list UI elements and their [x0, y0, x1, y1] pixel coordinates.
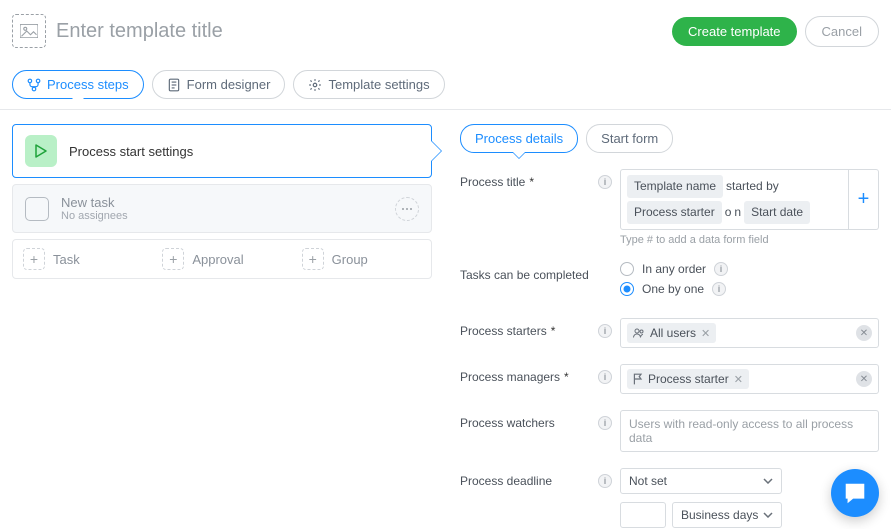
chip-label: Process starter	[648, 372, 729, 386]
chip-remove-icon[interactable]: ✕	[734, 373, 743, 386]
tab-template-settings[interactable]: Template settings	[293, 70, 444, 99]
process-watchers-input[interactable]: Users with read-only access to all proce…	[620, 410, 879, 452]
info-icon[interactable]: i	[596, 318, 614, 338]
chip-all-users[interactable]: All users ✕	[627, 323, 716, 343]
task-card[interactable]: New task No assignees	[12, 184, 432, 233]
clear-field-button[interactable]: ✕	[856, 371, 872, 387]
users-icon	[633, 328, 645, 338]
cancel-button[interactable]: Cancel	[805, 16, 879, 47]
template-image-icon[interactable]	[12, 14, 46, 48]
add-group-button[interactable]: + Group	[292, 240, 431, 278]
info-icon[interactable]: i	[596, 364, 614, 384]
info-icon[interactable]: i	[712, 282, 726, 296]
plus-icon: +	[23, 248, 45, 270]
process-starters-input[interactable]: All users ✕ ✕	[620, 318, 879, 348]
radio-icon	[620, 282, 634, 296]
info-icon[interactable]: i	[714, 262, 728, 276]
add-label: Task	[53, 252, 80, 267]
clear-field-button[interactable]: ✕	[856, 325, 872, 341]
field-label-managers: Process managers*	[460, 364, 596, 384]
branch-icon	[27, 78, 41, 92]
tab-process-details[interactable]: Process details	[460, 124, 578, 153]
tab-label: Template settings	[328, 77, 429, 92]
step-title: Process start settings	[69, 144, 193, 159]
task-subtitle: No assignees	[61, 210, 128, 222]
process-managers-input[interactable]: Process starter ✕ ✕	[620, 364, 879, 394]
process-start-step[interactable]: Process start settings	[12, 124, 432, 178]
add-field-token-button[interactable]: +	[849, 169, 879, 230]
select-value: Business days	[681, 508, 758, 522]
chip-process-starter[interactable]: Process starter ✕	[627, 369, 749, 389]
token-start-date[interactable]: Start date	[744, 201, 810, 224]
field-label-starters: Process starters*	[460, 318, 596, 338]
info-icon[interactable]: i	[596, 468, 614, 488]
tab-process-steps[interactable]: Process steps	[12, 70, 144, 99]
plus-icon: +	[302, 248, 324, 270]
add-label: Group	[332, 252, 368, 267]
token-process-starter[interactable]: Process starter	[627, 201, 722, 224]
radio-icon	[620, 262, 634, 276]
field-hint: Type # to add a data form field	[620, 234, 879, 246]
process-deadline-select[interactable]: Not set	[620, 468, 782, 494]
title-text: o	[725, 203, 732, 222]
tab-label: Process steps	[47, 77, 129, 92]
field-label-deadline: Process deadline	[460, 468, 596, 488]
chat-widget-button[interactable]	[831, 469, 879, 517]
tab-label: Form designer	[187, 77, 271, 92]
token-template-name[interactable]: Template name	[627, 175, 723, 198]
field-label-tasks-completed: Tasks can be completed	[460, 262, 596, 282]
title-text: n	[734, 203, 741, 222]
info-icon[interactable]: i	[596, 169, 614, 189]
tab-form-designer[interactable]: Form designer	[152, 70, 286, 99]
chip-label: All users	[650, 326, 696, 340]
chevron-down-icon	[763, 478, 773, 484]
template-title-input[interactable]	[56, 20, 672, 43]
field-label-process-title: Process title*	[460, 169, 596, 189]
field-label-watchers: Process watchers	[460, 410, 596, 430]
add-approval-button[interactable]: + Approval	[152, 240, 291, 278]
task-checkbox-icon	[25, 197, 49, 221]
tab-start-form[interactable]: Start form	[586, 124, 673, 153]
flag-icon	[633, 373, 643, 385]
plus-icon: +	[162, 248, 184, 270]
radio-label: One by one	[642, 282, 704, 296]
radio-any-order[interactable]: In any order i	[620, 262, 879, 276]
process-title-input[interactable]: Template name started by Process starter…	[620, 169, 849, 230]
chat-icon	[842, 480, 868, 506]
radio-one-by-one[interactable]: One by one i	[620, 282, 879, 296]
task-more-button[interactable]	[395, 197, 419, 221]
add-label: Approval	[192, 252, 243, 267]
title-text: started by	[726, 177, 779, 196]
radio-label: In any order	[642, 262, 706, 276]
task-title: New task	[61, 195, 128, 210]
add-task-button[interactable]: + Task	[13, 240, 152, 278]
select-value: Not set	[629, 474, 667, 488]
play-icon	[25, 135, 57, 167]
create-template-button[interactable]: Create template	[672, 17, 797, 46]
chip-remove-icon[interactable]: ✕	[701, 327, 710, 340]
chevron-down-icon	[763, 512, 773, 518]
deadline-number-input[interactable]	[620, 502, 666, 528]
form-icon	[167, 78, 181, 92]
info-icon[interactable]: i	[596, 410, 614, 430]
deadline-unit-select[interactable]: Business days	[672, 502, 782, 528]
gear-icon	[308, 78, 322, 92]
